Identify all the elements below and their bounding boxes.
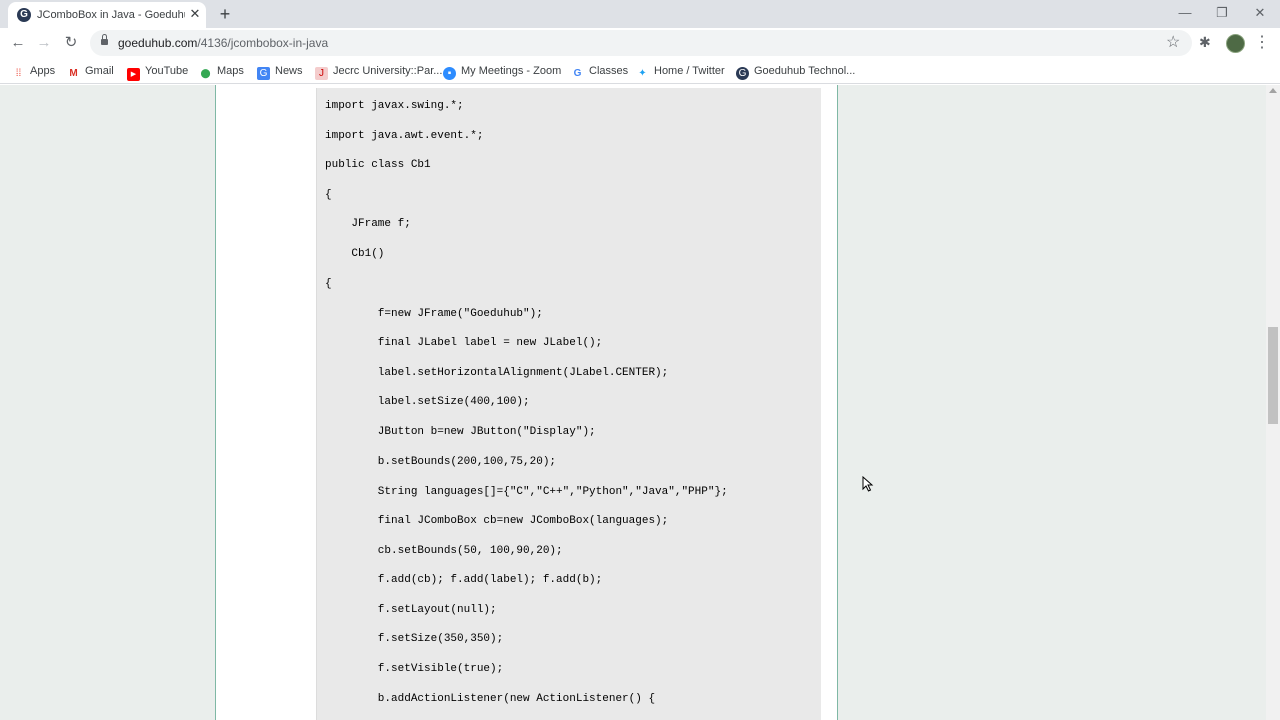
bookmark-label: Apps [30, 65, 56, 77]
article-column: import javax.swing.*; import java.awt.ev… [215, 85, 838, 720]
code-line: label.setSize(400,100); [325, 396, 530, 408]
url-text[interactable]: goeduhub.com/4136/jcombobox-in-java [118, 36, 328, 50]
code-line: { [325, 189, 332, 201]
code-line: String languages[]={"C","C++","Python","… [325, 486, 728, 498]
lock-icon[interactable] [101, 34, 108, 47]
apps-grid-icon: ⁞⁞ [15, 68, 22, 79]
code-line: import java.awt.event.*; [325, 130, 484, 142]
address-bar[interactable]: goeduhub.com/4136/jcombobox-in-java ☆ [90, 30, 1192, 56]
extensions-puzzle-icon[interactable]: ✱ [1199, 34, 1211, 51]
code-line: f.setVisible(true); [325, 663, 504, 675]
code-block: import javax.swing.*; import java.awt.ev… [316, 88, 821, 720]
bookmark-classes[interactable]: G Classes [571, 63, 629, 79]
goeduhub-favicon-icon: G [17, 8, 31, 22]
browser-toolbar: ← → ↻ goeduhub.com/4136/jcombobox-in-jav… [0, 28, 1280, 58]
code-line: f=new JFrame("Goeduhub"); [325, 308, 543, 320]
forward-button[interactable]: → [35, 34, 53, 52]
tab-strip: G JComboBox in Java - Goeduhub ✕ + — ❐ ✕ [0, 0, 1280, 28]
bookmark-zoom[interactable]: ▪ My Meetings - Zoom [443, 63, 562, 80]
maps-pin-icon: ⬤ [200, 68, 211, 78]
new-tab-button[interactable]: + [216, 5, 234, 23]
bookmark-label: Goeduhub Technol... [754, 65, 856, 77]
zoom-icon: ▪ [443, 67, 456, 80]
page-scrollbar[interactable] [1266, 85, 1280, 720]
close-window-button[interactable]: ✕ [1250, 4, 1270, 22]
bookmark-gmail[interactable]: M Gmail [67, 63, 114, 79]
bookmark-maps[interactable]: ⬤ Maps [199, 63, 244, 79]
code-line: b.setBounds(200,100,75,20); [325, 456, 557, 468]
close-tab-icon[interactable]: ✕ [188, 7, 202, 21]
bookmark-label: YouTube [145, 65, 189, 77]
code-line: cb.setBounds(50, 100,90,20); [325, 545, 563, 557]
bookmarks-bar: ⁞⁞ Apps M Gmail ▶ YouTube ⬤ Maps G News J Jecr… [0, 58, 1280, 84]
scrollbar-thumb[interactable] [1268, 327, 1278, 424]
google-icon: G [573, 68, 582, 79]
bookmark-twitter[interactable]: ✦ Home / Twitter [636, 63, 725, 79]
code-line: import javax.swing.*; [325, 100, 464, 112]
code-line: JFrame f; [325, 218, 411, 230]
youtube-icon: ▶ [127, 68, 140, 81]
bookmark-goeduhub[interactable]: G Goeduhub Technol... [736, 63, 856, 80]
chrome-menu-icon[interactable]: ⋮ [1254, 34, 1270, 52]
bookmark-star-icon[interactable]: ☆ [1166, 33, 1180, 53]
jecrc-icon: J [315, 67, 328, 80]
bookmark-label: News [275, 65, 303, 77]
code-line: public class Cb1 [325, 159, 431, 171]
bookmark-news[interactable]: G News [257, 63, 303, 80]
page-viewport: import javax.swing.*; import java.awt.ev… [0, 85, 1266, 720]
bookmark-label: Jecrc University::Par... [333, 65, 443, 77]
bookmark-label: My Meetings - Zoom [461, 65, 562, 77]
tab-title: JComboBox in Java - Goeduhub [37, 9, 185, 21]
code-line: JButton b=new JButton("Display"); [325, 426, 596, 438]
profile-avatar[interactable] [1226, 34, 1245, 53]
reload-button[interactable]: ↻ [62, 34, 80, 52]
code-line: f.setLayout(null); [325, 604, 497, 616]
code-line: Cb1() [325, 248, 385, 260]
scroll-up-arrow-icon[interactable] [1269, 88, 1277, 93]
bookmark-youtube[interactable]: ▶ YouTube [127, 63, 189, 81]
news-icon: G [257, 67, 270, 80]
code-line: final JComboBox cb=new JComboBox(languag… [325, 515, 669, 527]
restore-button[interactable]: ❐ [1212, 4, 1232, 22]
bookmark-label: Maps [217, 65, 244, 77]
minimize-button[interactable]: — [1175, 4, 1195, 22]
url-host: goeduhub.com [118, 36, 198, 50]
code-line: label.setHorizontalAlignment(JLabel.CENT… [325, 367, 669, 379]
code-line: f.setSize(350,350); [325, 633, 504, 645]
bookmark-apps[interactable]: ⁞⁞ Apps [12, 63, 55, 79]
code-line: final JLabel label = new JLabel(); [325, 337, 603, 349]
bookmark-label: Gmail [85, 65, 114, 77]
tab-goeduhub[interactable]: G JComboBox in Java - Goeduhub ✕ [8, 2, 206, 28]
mouse-cursor-icon [862, 476, 874, 492]
bookmark-label: Home / Twitter [654, 65, 725, 77]
code-line: b.addActionListener(new ActionListener()… [325, 693, 656, 705]
bookmark-jecrc[interactable]: J Jecrc University::Par... [315, 63, 443, 80]
gmail-icon: M [69, 68, 78, 79]
back-button[interactable]: ← [9, 34, 27, 52]
goeduhub-icon: G [736, 67, 749, 80]
url-path: /4136/jcombobox-in-java [197, 36, 329, 50]
code-line: f.add(cb); f.add(label); f.add(b); [325, 574, 603, 586]
code-line: { [325, 278, 332, 290]
twitter-icon: ✦ [638, 68, 647, 79]
bookmark-label: Classes [589, 65, 629, 77]
